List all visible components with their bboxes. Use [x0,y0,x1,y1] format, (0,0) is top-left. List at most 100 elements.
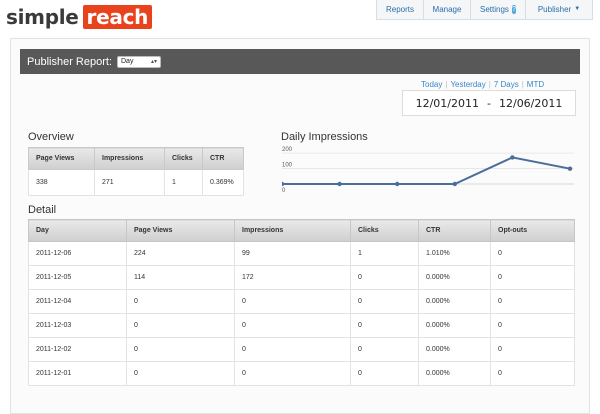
y-tick-label: 100 [282,163,293,169]
detail-opt-outs: 0 [490,289,575,314]
detail-day: 2011-12-03 [28,313,127,338]
detail-col-clicks: Clicks [350,219,419,242]
detail-day: 2011-12-06 [28,241,127,266]
chart-title: Daily Impressions [281,131,368,143]
period-select[interactable]: Day ▴▾ [117,55,161,68]
overview-col-ctr: CTR [202,147,244,170]
detail-impressions: 172 [234,265,351,290]
overview-col-clicks: Clicks [164,147,203,170]
nav-publisher-label: Publisher [537,5,572,14]
detail-clicks: 0 [350,313,419,338]
logo-text-reach: reach [82,5,153,29]
data-point[interactable] [337,181,342,187]
overview-impressions: 271 [94,169,165,196]
nav-manage[interactable]: Manage [423,0,471,20]
overview-clicks: 1 [164,169,203,196]
detail-clicks: 0 [350,289,419,314]
detail-day: 2011-12-01 [28,361,127,386]
table-row: 2011-12-03 0 0 0 0.000% 0 [28,313,575,338]
table-row: 2011-12-04 0 0 0 0.000% 0 [28,289,575,314]
table-row: 2011-12-01 0 0 0 0.000% 0 [28,361,575,386]
detail-ctr: 0.000% [418,265,491,290]
detail-day: 2011-12-02 [28,337,127,362]
detail-opt-outs: 0 [490,265,575,290]
top-bar: simple reach Reports Manage Settings? Pub… [0,0,600,36]
quick-range-today[interactable]: Today [418,80,445,89]
detail-impressions: 0 [234,337,351,362]
nav-settings-label: Settings [480,5,509,14]
detail-col-day: Day [28,219,127,242]
overview-page-views: 338 [28,169,95,196]
data-point[interactable] [282,181,285,187]
detail-ctr: 0.000% [418,313,491,338]
caret-down-icon: ▼ [574,6,581,12]
quick-range-mtd[interactable]: MTD [524,80,547,89]
nav-publisher-dropdown[interactable]: Publisher ▼ [525,0,593,20]
detail-page-views: 0 [126,313,235,338]
report-header: Publisher Report: Day ▴▾ [20,49,580,74]
detail-col-page-views: Page Views [126,219,235,242]
detail-clicks: 1 [350,241,419,266]
help-icon: ? [511,5,516,14]
detail-impressions: 0 [234,361,351,386]
nav-settings[interactable]: Settings? [470,0,526,20]
daily-impressions-chart: 200 100 0 [282,147,574,194]
detail-day: 2011-12-05 [28,265,127,290]
detail-impressions: 0 [234,289,351,314]
table-row: 2011-12-05 114 172 0 0.000% 0 [28,265,575,290]
nav-reports[interactable]: Reports [376,0,424,20]
detail-opt-outs: 0 [490,337,575,362]
detail-title: Detail [28,204,57,216]
detail-clicks: 0 [350,265,419,290]
main-nav: Reports Manage Settings? Publisher ▼ [376,0,593,20]
overview-title: Overview [28,131,74,143]
data-point[interactable] [452,181,457,187]
report-title: Publisher Report: [27,55,112,68]
detail-ctr: 0.000% [418,361,491,386]
nav-reports-label: Reports [386,5,415,14]
simplereach-logo[interactable]: simple reach [6,5,153,29]
period-select-value: Day [121,58,134,65]
detail-page-views: 0 [126,337,235,362]
detail-page-views: 114 [126,265,235,290]
detail-table: Day Page Views Impressions Clicks CTR Op… [28,219,575,386]
select-arrows-icon: ▴▾ [150,59,157,65]
impressions-series-line [282,156,571,185]
quick-range-yesterday[interactable]: Yesterday [447,80,488,89]
detail-ctr: 0.000% [418,289,491,314]
overview-ctr: 0.369% [202,169,244,196]
date-range-end: 12/06/2011 [498,96,563,110]
detail-impressions: 0 [234,313,351,338]
overview-col-page-views: Page Views [28,147,95,170]
date-range-picker[interactable]: 12/01/2011 - 12/06/2011 [402,90,576,116]
y-tick-label: 0 [282,188,286,194]
detail-opt-outs: 0 [490,241,575,266]
detail-page-views: 0 [126,289,235,314]
data-point[interactable] [510,155,515,160]
detail-col-opt-outs: Opt-outs [490,219,575,242]
detail-page-views: 224 [126,241,235,266]
overview-col-impressions: Impressions [94,147,165,170]
detail-page-views: 0 [126,361,235,386]
detail-opt-outs: 0 [490,313,575,338]
quick-range-links: Today | Yesterday | 7 Days | MTD [418,80,547,89]
date-range-separator: - [487,96,491,110]
detail-impressions: 99 [234,241,351,266]
date-range-start: 12/01/2011 [415,96,479,110]
data-point[interactable] [567,166,573,171]
detail-clicks: 0 [350,361,419,386]
table-row: 2011-12-06 224 99 1 1.010% 0 [28,241,575,266]
overview-table: Page Views Impressions Clicks CTR 338 27… [28,147,244,196]
data-point[interactable] [395,181,400,187]
detail-clicks: 0 [350,337,419,362]
table-row: 2011-12-02 0 0 0 0.000% 0 [28,337,575,362]
detail-day: 2011-12-04 [28,289,127,314]
overview-row: 338 271 1 0.369% [28,169,244,196]
detail-ctr: 1.010% [418,241,491,266]
nav-manage-label: Manage [432,5,462,14]
detail-col-ctr: CTR [418,219,491,242]
detail-opt-outs: 0 [490,361,575,386]
y-tick-label: 200 [282,147,293,153]
quick-range-7-days[interactable]: 7 Days [491,80,522,89]
detail-col-impressions: Impressions [234,219,351,242]
